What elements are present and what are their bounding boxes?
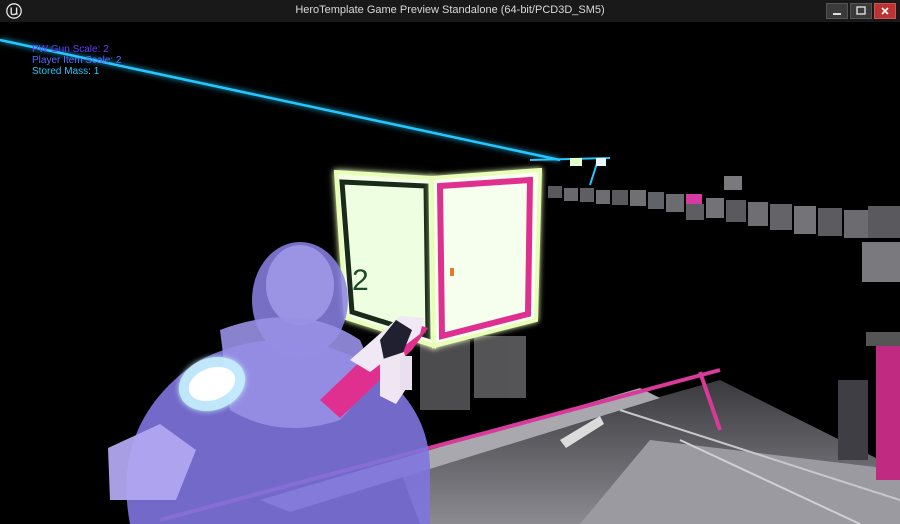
title-bar[interactable]: HeroTemplate Game Preview Standalone (64… (0, 0, 900, 23)
glowing-cube (333, 167, 543, 349)
minimize-icon (833, 13, 841, 15)
block-walkway (548, 158, 900, 282)
cube-number: 2 (352, 264, 369, 297)
window-title: HeroTemplate Game Preview Standalone (64… (295, 4, 605, 16)
close-button[interactable] (874, 3, 896, 19)
maximize-button[interactable] (850, 3, 872, 19)
minimize-button[interactable] (826, 3, 848, 19)
game-viewport[interactable]: 2 PW Gun Scale: 2 Player Item Scale: 2 S… (0, 22, 900, 524)
hud-player-item-scale: Player Item Scale: 2 (32, 55, 122, 66)
scene-render: 2 (0, 38, 900, 524)
hud-gun-scale: PW Gun Scale: 2 (32, 44, 109, 55)
maximize-icon (856, 6, 866, 15)
close-icon (881, 7, 889, 15)
hud-stored-mass: Stored Mass: 1 (32, 66, 100, 77)
game-window: HeroTemplate Game Preview Standalone (64… (0, 0, 900, 524)
debug-hud: PW Gun Scale: 2 Player Item Scale: 2 Sto… (32, 44, 121, 77)
